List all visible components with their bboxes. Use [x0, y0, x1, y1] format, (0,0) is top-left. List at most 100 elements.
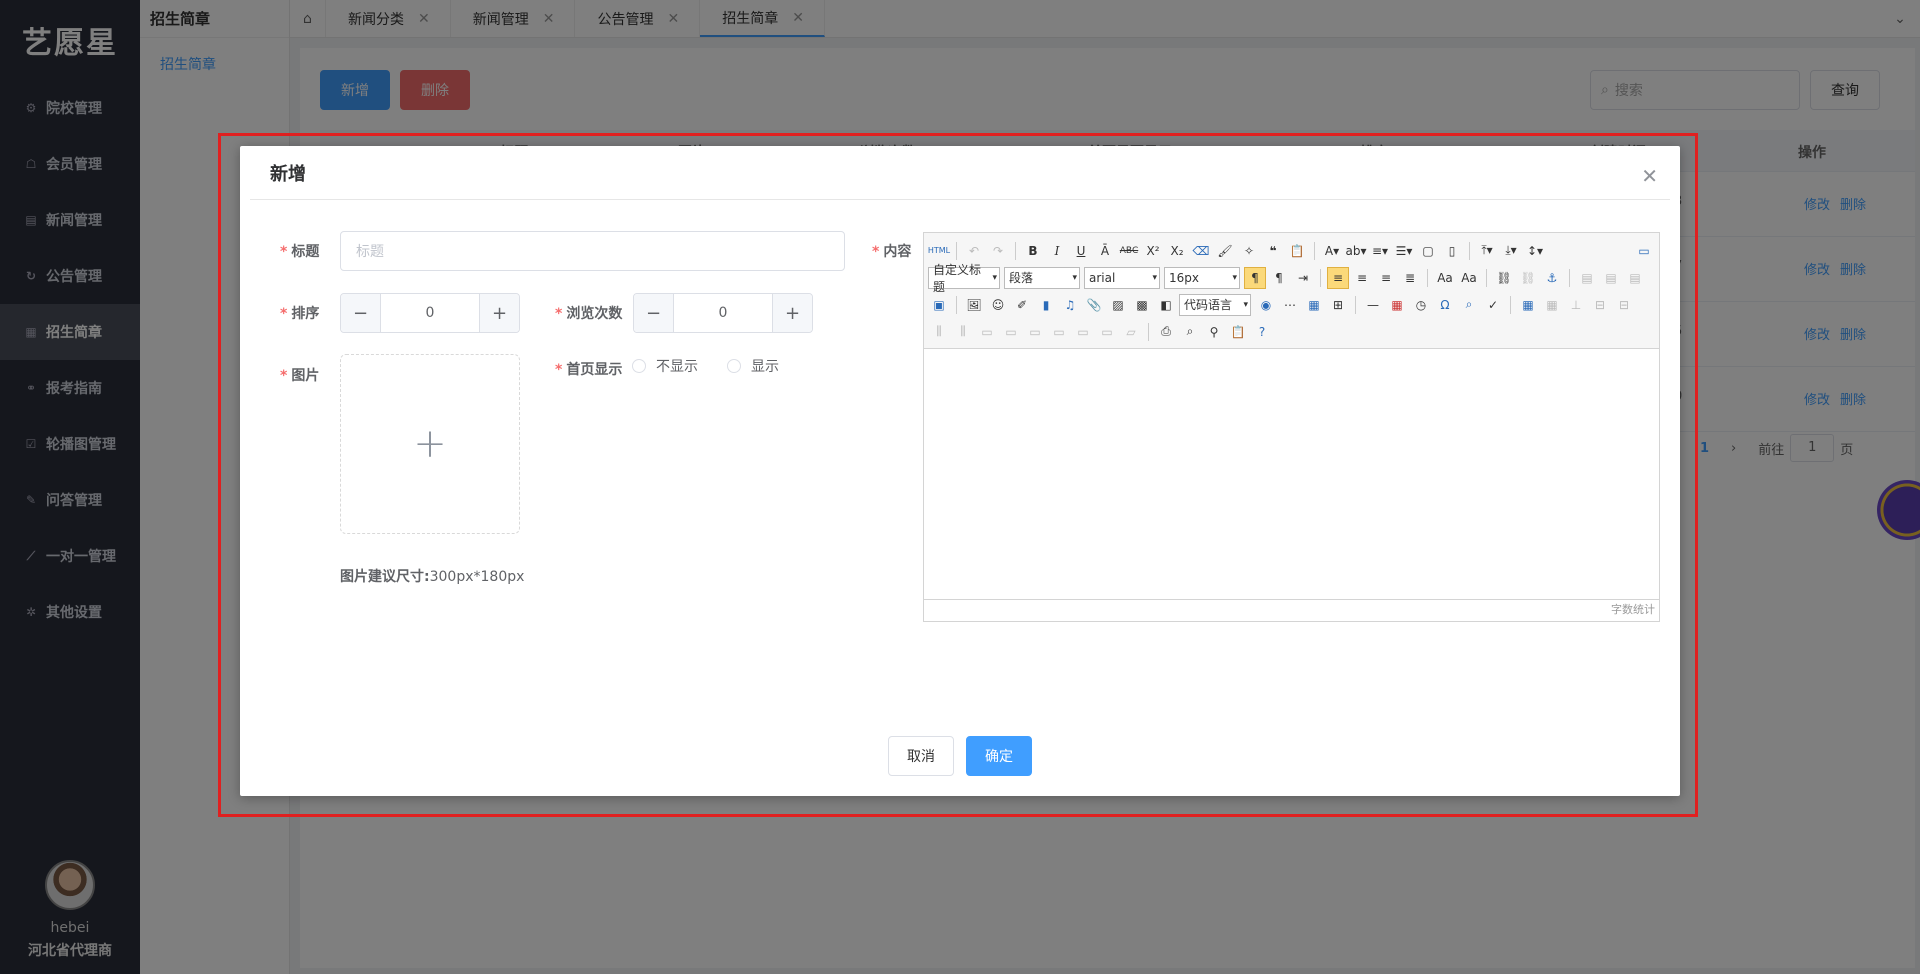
image-uploader[interactable]: + — [340, 354, 520, 534]
attachment-icon[interactable]: 📎 — [1083, 294, 1105, 316]
ltr-icon[interactable]: ¶ — [1244, 266, 1266, 289]
preview-icon[interactable]: ⌕ — [1179, 321, 1201, 343]
cancel-button[interactable]: 取消 — [888, 736, 954, 776]
title-input[interactable]: 标题 — [340, 231, 845, 271]
align-left-icon[interactable]: ≡ — [1327, 266, 1349, 289]
minus-icon[interactable]: − — [634, 294, 674, 332]
image-float-left-icon[interactable]: ▤ — [1600, 267, 1622, 289]
fullscreen-icon[interactable]: ▭ — [1633, 240, 1655, 262]
split-cols-icon[interactable]: ▭ — [1096, 321, 1118, 343]
italic-icon[interactable]: I — [1046, 240, 1068, 262]
image-float-right-icon[interactable]: ▤ — [1624, 267, 1646, 289]
insert-row-icon[interactable]: ⊟ — [1589, 294, 1611, 316]
background-icon[interactable]: ▦ — [1303, 294, 1325, 316]
select-all-icon[interactable]: ▢ — [1417, 240, 1439, 262]
font-color-icon[interactable]: A▾ — [1321, 240, 1343, 262]
quote-icon[interactable]: ❝ — [1262, 240, 1284, 262]
format-brush-icon[interactable]: 🖌 — [1214, 240, 1236, 262]
row-spacing-top-icon[interactable]: ⤒▾ — [1476, 240, 1498, 262]
search-replace-icon[interactable]: ⌕ — [1458, 294, 1480, 316]
special-chars-icon[interactable]: Ω — [1434, 294, 1456, 316]
image-center-icon[interactable]: ▣ — [928, 294, 950, 316]
radio-hide[interactable]: 不显示 — [632, 356, 698, 376]
link-icon[interactable]: ⛓ — [1493, 267, 1515, 289]
delete-table-icon[interactable]: ▦ — [1541, 294, 1563, 316]
html-source-icon[interactable]: HTML — [928, 240, 950, 262]
split-cells-icon[interactable]: ▭ — [1048, 321, 1070, 343]
radio-label: 不显示 — [656, 359, 698, 375]
superscript-icon[interactable]: X² — [1142, 240, 1164, 262]
print-icon[interactable]: ⎙ — [1155, 321, 1177, 343]
horizontal-rule-icon[interactable]: — — [1362, 294, 1384, 316]
emotion-icon[interactable]: ☺ — [987, 294, 1009, 316]
date-icon[interactable]: ▦ — [1386, 294, 1408, 316]
plus-icon[interactable]: + — [772, 294, 812, 332]
delete-col-icon[interactable]: ⫼ — [952, 321, 974, 343]
align-center-icon[interactable]: ≡ — [1351, 267, 1373, 289]
line-height-icon[interactable]: ↕▾ — [1524, 240, 1546, 262]
insert-col-icon[interactable]: ⫼ — [928, 321, 950, 343]
paste-plain-icon[interactable]: 📋 — [1286, 240, 1308, 262]
rtl-icon[interactable]: ¶ — [1268, 267, 1290, 289]
editor-content-area[interactable] — [924, 349, 1659, 599]
map-icon[interactable]: ▩ — [1131, 294, 1153, 316]
heading-select[interactable]: 自定义标题 ▾ — [928, 263, 1000, 294]
indent-icon[interactable]: ⇥ — [1292, 267, 1314, 289]
merge-cells-icon[interactable]: ▭ — [976, 321, 998, 343]
chart-icon[interactable]: ▱ — [1120, 321, 1142, 343]
close-icon[interactable]: ✕ — [1641, 164, 1658, 188]
insert-audio-icon[interactable]: ♫ — [1059, 294, 1081, 316]
views-value[interactable]: 0 — [674, 294, 772, 332]
align-justify-icon[interactable]: ≣ — [1399, 267, 1421, 289]
background-color-icon[interactable]: ab▾ — [1345, 240, 1367, 262]
wordimage-icon[interactable]: ⊞ — [1327, 294, 1349, 316]
search-text-icon[interactable]: ⚲ — [1203, 321, 1225, 343]
lowercase-icon[interactable]: Aa — [1458, 267, 1480, 289]
eraser-icon[interactable]: ⌫ — [1190, 240, 1212, 262]
sort-value[interactable]: 0 — [381, 294, 479, 332]
strikethrough-icon[interactable]: ABC — [1118, 240, 1140, 262]
image-float-none-icon[interactable]: ▤ — [1576, 267, 1598, 289]
content-label: * 内容 — [872, 244, 912, 260]
bold-icon[interactable]: B — [1022, 240, 1044, 262]
insert-video-icon[interactable]: ▮ — [1035, 294, 1057, 316]
merge-down-icon[interactable]: ▭ — [1024, 321, 1046, 343]
underline-icon[interactable]: U — [1070, 240, 1092, 262]
redo-icon[interactable]: ↷ — [987, 240, 1009, 262]
uppercase-icon[interactable]: Aa — [1434, 267, 1456, 289]
font-size-select[interactable]: 16px ▾ — [1164, 266, 1240, 289]
insert-table-icon[interactable]: ▦ — [1517, 294, 1539, 316]
template-icon[interactable]: ◉ — [1255, 294, 1277, 316]
plus-icon[interactable]: + — [479, 294, 519, 332]
merge-right-icon[interactable]: ▭ — [1000, 321, 1022, 343]
unlink-icon[interactable]: ⛓ — [1517, 267, 1539, 289]
spellcheck-icon[interactable]: ✓ — [1482, 294, 1504, 316]
ordered-list-icon[interactable]: ≡▾ — [1369, 240, 1391, 262]
paragraph-select[interactable]: 段落 ▾ — [1004, 266, 1080, 289]
insert-image-icon[interactable]: 🖼 — [963, 294, 985, 316]
insert-frame-icon[interactable]: ▨ — [1107, 294, 1129, 316]
font-family-select[interactable]: arial ▾ — [1084, 266, 1160, 289]
font-border-icon[interactable]: Ā — [1094, 240, 1116, 262]
undo-icon[interactable]: ↶ — [963, 240, 985, 262]
time-icon[interactable]: ◷ — [1410, 294, 1432, 316]
radio-show[interactable]: 显示 — [727, 356, 779, 376]
drafts-icon[interactable]: 📋 — [1227, 321, 1249, 343]
row-spacing-bottom-icon[interactable]: ⤓▾ — [1500, 240, 1522, 262]
subscript-icon[interactable]: X₂ — [1166, 240, 1188, 262]
split-rows-icon[interactable]: ▭ — [1072, 321, 1094, 343]
align-right-icon[interactable]: ≡ — [1375, 267, 1397, 289]
anchor-icon[interactable]: ⚓ — [1541, 267, 1563, 289]
code-language-select[interactable]: 代码语言 ▾ — [1179, 293, 1251, 316]
clear-doc-icon[interactable]: ▯ — [1441, 240, 1463, 262]
unordered-list-icon[interactable]: ☰▾ — [1393, 240, 1415, 262]
delete-row-icon[interactable]: ⊟ — [1613, 294, 1635, 316]
insert-paragraph-icon[interactable]: ⊥ — [1565, 294, 1587, 316]
help-icon[interactable]: ? — [1251, 321, 1273, 343]
scrawl-icon[interactable]: ✐ — [1011, 294, 1033, 316]
webapp-icon[interactable]: ◧ — [1155, 294, 1177, 316]
minus-icon[interactable]: − — [341, 294, 381, 332]
auto-format-icon[interactable]: ✧ — [1238, 240, 1260, 262]
confirm-button[interactable]: 确定 — [966, 736, 1032, 776]
page-break-icon[interactable]: ⋯ — [1279, 294, 1301, 316]
